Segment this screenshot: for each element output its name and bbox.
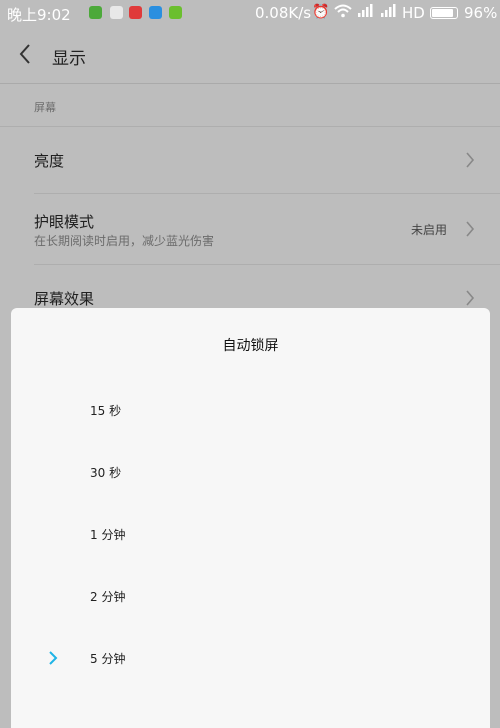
option-15-seconds[interactable]: 15 秒 (11, 390, 490, 430)
row-label: 屏幕效果 (34, 290, 95, 308)
option-5-minutes[interactable]: 5 分钟 (11, 638, 490, 678)
option-label: 5 分钟 (90, 652, 126, 666)
chevron-right-icon (464, 151, 476, 169)
dialog-title: 自动锁屏 (222, 338, 279, 354)
selected-check-icon (48, 650, 58, 666)
network-type: HD (402, 4, 425, 22)
option-label: 2 分钟 (90, 590, 126, 604)
row-value: 未启用 (410, 223, 447, 237)
wifi-icon (334, 4, 352, 22)
app-icon (169, 6, 182, 19)
signal-icon (381, 4, 397, 21)
option-1-minute[interactable]: 1 分钟 (11, 514, 490, 554)
row-label: 亮度 (34, 152, 65, 170)
option-30-seconds[interactable]: 30 秒 (11, 452, 490, 492)
row-label: 护眼模式 (34, 213, 95, 231)
signal-icon (358, 4, 374, 21)
battery-percent: 96% (464, 4, 498, 22)
option-label: 15 秒 (90, 404, 122, 418)
top-bar: 显示 (0, 27, 500, 84)
option-label: 30 秒 (90, 466, 122, 480)
section-label: 屏幕 (34, 101, 56, 114)
chevron-left-icon[interactable] (16, 41, 36, 67)
video-icon (129, 6, 142, 19)
browser-icon (149, 6, 162, 19)
option-2-minutes[interactable]: 2 分钟 (11, 576, 490, 616)
status-bar: 晚上9:02 0.08K/s ⏰ HD 96% (0, 0, 500, 27)
app-icon (110, 6, 123, 19)
alarm-icon: ⏰ (312, 4, 330, 20)
auto-lock-dialog: 自动锁屏 15 秒 30 秒 1 分钟 2 分钟 5 分钟 (11, 308, 490, 728)
row-description: 在长期阅读时启用，减少蓝光伤害 (34, 234, 215, 248)
battery-icon (430, 7, 458, 19)
settings-row-eye-protection[interactable]: 护眼模式 在长期阅读时启用，减少蓝光伤害 未启用 (0, 194, 500, 264)
settings-row-brightness[interactable]: 亮度 (0, 127, 500, 193)
chevron-right-icon (464, 289, 476, 307)
network-speed: 0.08K/s (255, 4, 312, 22)
wechat-icon (89, 6, 102, 19)
status-time: 晚上9:02 (7, 6, 71, 24)
page-title: 显示 (52, 49, 86, 69)
chevron-right-icon (464, 220, 476, 238)
option-label: 1 分钟 (90, 528, 126, 542)
